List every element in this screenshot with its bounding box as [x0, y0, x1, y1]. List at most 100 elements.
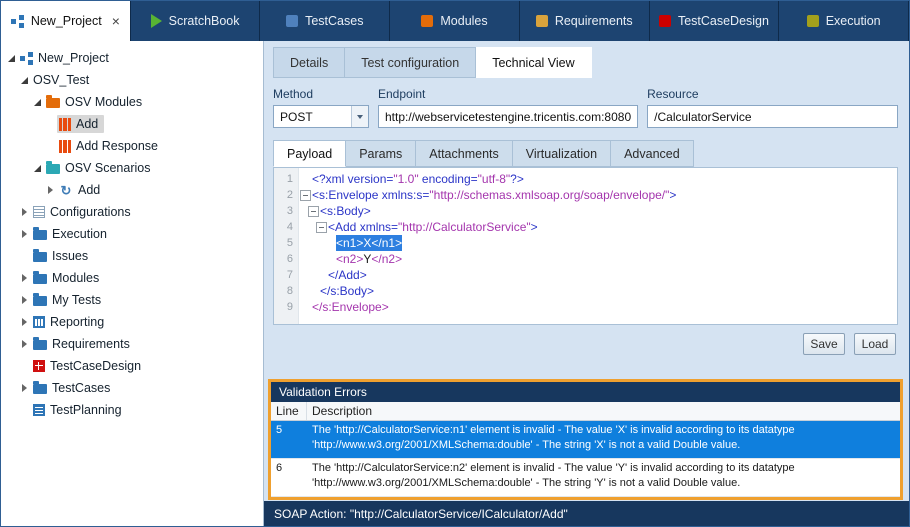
- tree-item-body: Requirements: [31, 335, 136, 353]
- tree-item-label: Reporting: [50, 315, 104, 329]
- code-segment: <n2>: [336, 252, 363, 266]
- tree-item-modules[interactable]: Modules: [1, 267, 263, 289]
- folder-icon: [33, 274, 47, 284]
- tab-virtualization[interactable]: Virtualization: [513, 140, 611, 167]
- code-line[interactable]: </s:Envelope>: [299, 299, 897, 315]
- load-button[interactable]: Load: [854, 333, 896, 355]
- fold-toggle-icon[interactable]: [315, 222, 328, 233]
- tree-item-my-tests[interactable]: My Tests: [1, 289, 263, 311]
- save-button[interactable]: Save: [803, 333, 845, 355]
- tree-item-testcasedesign[interactable]: TestCaseDesign: [1, 355, 263, 377]
- payload-tabs: PayloadParamsAttachmentsVirtualizationAd…: [273, 140, 694, 167]
- code-segment: <s:Body>: [320, 204, 371, 218]
- tree-item-testplanning[interactable]: TestPlanning: [1, 399, 263, 421]
- folder-icon: [46, 164, 60, 174]
- expander-expanded-icon[interactable]: [18, 77, 31, 84]
- resource-input[interactable]: /CalculatorService: [647, 105, 898, 128]
- expander-collapsed-icon[interactable]: [18, 230, 31, 238]
- fold-toggle-icon[interactable]: [299, 190, 312, 201]
- tree-item-execution[interactable]: Execution: [1, 223, 263, 245]
- code-segment: </n1>: [371, 236, 402, 250]
- code-line[interactable]: </s:Body>: [299, 283, 897, 299]
- tree-item-label: Execution: [52, 227, 107, 241]
- tab-technical-view[interactable]: Technical View: [476, 47, 591, 78]
- method-field-group: Method POST: [273, 87, 369, 128]
- code-line[interactable]: <n2>Y</n2>: [299, 251, 897, 267]
- code-segment: "utf-8": [478, 172, 511, 186]
- validation-row[interactable]: 6The 'http://CalculatorService:n2' eleme…: [271, 459, 900, 497]
- tab-label: TestCaseDesign: [678, 14, 769, 28]
- tree-item-osv-modules[interactable]: OSV Modules: [1, 91, 263, 113]
- code-segment: "http://CalculatorService": [398, 220, 531, 234]
- tab-execution[interactable]: Execution: [779, 1, 909, 41]
- code-line[interactable]: <s:Envelope xmlns:s="http://schemas.xmls…: [299, 187, 897, 203]
- tree-item-issues[interactable]: Issues: [1, 245, 263, 267]
- tab-requirements[interactable]: Requirements: [520, 1, 650, 41]
- line-number: 4: [274, 219, 298, 235]
- expander-expanded-icon[interactable]: [5, 55, 18, 62]
- code-segment: >: [531, 220, 538, 234]
- tab-test-configuration[interactable]: Test configuration: [345, 47, 476, 78]
- expander-collapsed-icon[interactable]: [18, 296, 31, 304]
- tree-item-label: OSV Scenarios: [65, 161, 150, 175]
- tree-item-configurations[interactable]: Configurations: [1, 201, 263, 223]
- code-segment: </s:Envelope>: [312, 300, 389, 314]
- editor-buttons: Save Load: [803, 333, 896, 355]
- expander-collapsed-icon[interactable]: [18, 318, 31, 326]
- module-icon: [59, 118, 71, 131]
- tree-item-reporting[interactable]: Reporting: [1, 311, 263, 333]
- expander-collapsed-icon[interactable]: [18, 208, 31, 216]
- tab-attachments[interactable]: Attachments: [416, 140, 512, 167]
- expander-collapsed-icon[interactable]: [18, 384, 31, 392]
- expander-expanded-icon[interactable]: [31, 165, 44, 172]
- method-select[interactable]: POST: [273, 105, 369, 128]
- tab-scratchbook[interactable]: ScratchBook: [131, 1, 261, 41]
- indent-spacer: [299, 227, 315, 228]
- expander-collapsed-icon[interactable]: [44, 186, 57, 194]
- tree-item-body: Modules: [31, 269, 105, 287]
- tab-advanced[interactable]: Advanced: [611, 140, 694, 167]
- tree-item-body: Issues: [31, 247, 94, 265]
- tree-item-body: TestCaseDesign: [31, 357, 147, 375]
- validation-errors-panel: Validation Errors Line Description 5The …: [268, 379, 903, 500]
- tab-payload[interactable]: Payload: [273, 140, 346, 167]
- tree-item-requirements[interactable]: Requirements: [1, 333, 263, 355]
- tab-details[interactable]: Details: [273, 47, 345, 78]
- tree-item-add[interactable]: ↻Add: [1, 179, 263, 201]
- code-line[interactable]: </Add>: [299, 267, 897, 283]
- tree-item-testcases[interactable]: TestCases: [1, 377, 263, 399]
- tab-params[interactable]: Params: [346, 140, 416, 167]
- tree-item-label: Issues: [52, 249, 88, 263]
- code-text: <s:Body>: [320, 203, 371, 219]
- expander-collapsed-icon[interactable]: [18, 274, 31, 282]
- resource-field-group: Resource /CalculatorService: [647, 87, 898, 128]
- endpoint-input[interactable]: http://webservicetestengine.tricentis.co…: [378, 105, 638, 128]
- tree-item-osv-scenarios[interactable]: OSV Scenarios: [1, 157, 263, 179]
- code-line[interactable]: <n1>X</n1>: [299, 235, 897, 251]
- tab-testcasedesign[interactable]: TestCaseDesign: [650, 1, 780, 41]
- close-tab-icon[interactable]: ×: [112, 15, 120, 27]
- code-line[interactable]: <Add xmlns="http://CalculatorService">: [299, 219, 897, 235]
- tree-item-body: Execution: [31, 225, 113, 243]
- request-form: Method POST Endpoint http://webservicete…: [273, 87, 898, 128]
- code-segment: ?>: [510, 172, 524, 186]
- code-line[interactable]: <?xml version="1.0" encoding="utf-8"?>: [299, 171, 897, 187]
- fold-toggle-icon[interactable]: [307, 206, 320, 217]
- code-line[interactable]: <s:Body>: [299, 203, 897, 219]
- tree-item-add[interactable]: Add: [1, 113, 263, 135]
- dropdown-arrow-icon[interactable]: [351, 106, 368, 127]
- tab-testcases[interactable]: TestCases: [260, 1, 390, 41]
- main-panel: DetailsTest configurationTechnical View …: [264, 41, 909, 526]
- xml-editor[interactable]: 123456789 <?xml version="1.0" encoding="…: [273, 167, 898, 325]
- tree-item-add-response[interactable]: Add Response: [1, 135, 263, 157]
- expander-collapsed-icon[interactable]: [18, 340, 31, 348]
- tree-item-label: My Tests: [52, 293, 101, 307]
- tree-item-new-project[interactable]: New_Project: [1, 47, 263, 69]
- code-segment: <?xml version=: [312, 172, 393, 186]
- tab-modules[interactable]: Modules: [390, 1, 520, 41]
- expander-expanded-icon[interactable]: [31, 99, 44, 106]
- tab-new-project[interactable]: New_Project×: [1, 1, 131, 41]
- code-text: <?xml version="1.0" encoding="utf-8"?>: [312, 171, 524, 187]
- tree-item-osv-test[interactable]: OSV_Test: [1, 69, 263, 91]
- validation-row[interactable]: 5The 'http://CalculatorService:n1' eleme…: [271, 421, 900, 459]
